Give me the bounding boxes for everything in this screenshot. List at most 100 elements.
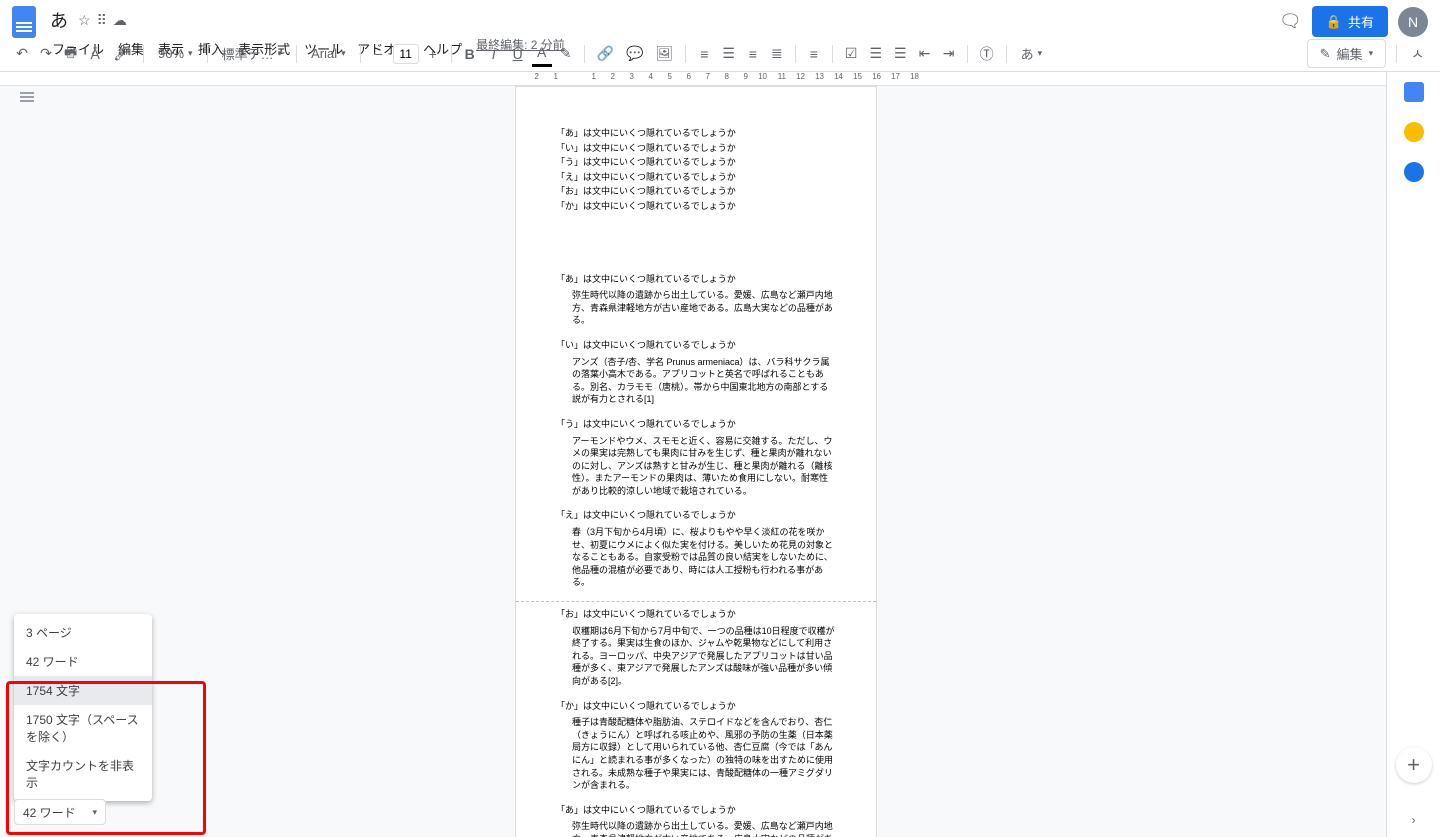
section-heading: 「う」は文中にいくつ隠れているでしょうか xyxy=(556,418,836,431)
section-heading: 「い」は文中にいくつ隠れているでしょうか xyxy=(556,339,836,352)
font-size-input[interactable] xyxy=(393,44,419,64)
separator xyxy=(1006,45,1007,63)
section-body: 種子は青酸配糖体や脂肪油、ステロイドなどを含んでおり、杏仁（きょうにん）と呼ばれ… xyxy=(556,716,836,792)
word-count-bar[interactable]: 42 ワード ▾ xyxy=(14,799,106,825)
section-heading: 「あ」は文中にいくつ隠れているでしょうか xyxy=(556,273,836,286)
side-panel: + › xyxy=(1386,72,1440,837)
keep-icon[interactable] xyxy=(1404,122,1424,142)
checklist-icon[interactable]: ☑ xyxy=(841,41,862,66)
print-icon[interactable]: 🖶 xyxy=(60,38,81,70)
zoom-select[interactable]: 90%▾ xyxy=(152,42,199,65)
comment-icon[interactable]: 💬 xyxy=(622,41,647,66)
separator xyxy=(143,45,144,63)
doc-line: 「お」は文中にいくつ隠れているでしょうか xyxy=(556,185,836,198)
separator xyxy=(1396,45,1397,63)
account-avatar[interactable]: N xyxy=(1398,7,1428,37)
lock-icon: 🔒 xyxy=(1326,14,1342,30)
star-icon[interactable]: ☆ xyxy=(78,12,91,29)
style-select[interactable]: 標準テ…▾ xyxy=(216,40,289,67)
undo-icon[interactable]: ↶ xyxy=(12,41,32,66)
link-icon[interactable]: 🔗 xyxy=(593,41,618,66)
section-body: アーモンドやウメ、スモモと近く、容易に交雑する。ただし、ウメの果実は完熟しても果… xyxy=(556,435,836,498)
separator xyxy=(360,45,361,63)
collapse-toolbar-icon[interactable]: ㅅ xyxy=(1407,40,1428,68)
header-right: 🗨 🔒 共有 N xyxy=(1279,6,1428,37)
section-heading: 「え」は文中にいくつ隠れているでしょうか xyxy=(556,509,836,522)
cloud-icon[interactable]: ☁ xyxy=(113,12,127,29)
highlight-icon[interactable]: ✎ xyxy=(556,41,576,66)
section-heading: 「あ」は文中にいくつ隠れているでしょうか xyxy=(556,804,836,817)
line-spacing-icon[interactable]: ≡ xyxy=(804,42,824,66)
word-count-option[interactable]: 42 ワード xyxy=(14,647,152,676)
bold-icon[interactable]: B xyxy=(460,42,480,66)
chevron-down-icon: ▾ xyxy=(1369,48,1374,59)
redo-icon[interactable]: ↷ xyxy=(36,41,56,66)
separator xyxy=(967,45,968,63)
separator xyxy=(832,45,833,63)
document-area: 21123456789101112131415161718 「あ」は文中にいくつ… xyxy=(0,72,1386,837)
document-page[interactable]: 「あ」は文中にいくつ隠れているでしょうか「い」は文中にいくつ隠れているでしょうか… xyxy=(515,86,877,837)
docs-logo-icon[interactable] xyxy=(12,6,36,38)
align-left-icon[interactable]: ≡ xyxy=(694,42,714,66)
underline-icon[interactable]: U xyxy=(508,42,528,66)
edit-mode-label: 編集 xyxy=(1337,44,1363,63)
section-body: 弥生時代以降の遺跡から出土している。愛媛、広島など瀬戸内地方、青森県津軽地方が古… xyxy=(556,820,836,837)
separator xyxy=(451,45,452,63)
word-count-option[interactable]: 文字カウントを非表示 xyxy=(14,751,152,797)
document-title[interactable]: あ xyxy=(46,6,72,34)
section-body: アンズ（杏子/杏、学名 Prunus armeniaca）は、バラ科サクラ属の落… xyxy=(556,356,836,406)
number-list-icon[interactable]: ☰ xyxy=(890,41,911,66)
indent-icon[interactable]: ⇥ xyxy=(939,41,959,66)
spellcheck-icon[interactable]: Ā xyxy=(85,42,105,66)
toolbar-right: ✎ 編集 ▾ ㅅ xyxy=(1307,39,1428,68)
section-body: 弥生時代以降の遺跡から出土している。愛媛、広島など瀬戸内地方、青森県津軽地方が古… xyxy=(556,289,836,327)
font-select[interactable]: Arial▾ xyxy=(305,42,352,65)
separator xyxy=(795,45,796,63)
doc-line: 「か」は文中にいくつ隠れているでしょうか xyxy=(556,200,836,213)
font-inc-icon[interactable]: + xyxy=(423,42,443,66)
word-count-option[interactable]: 1750 文字（スペースを除く） xyxy=(14,705,152,751)
text-color-icon[interactable]: A xyxy=(532,40,552,67)
pencil-icon: ✎ xyxy=(1320,46,1331,62)
doc-line: 「い」は文中にいくつ隠れているでしょうか xyxy=(556,142,836,155)
tasks-icon[interactable] xyxy=(1404,162,1424,182)
font-dec-icon[interactable]: − xyxy=(369,42,389,66)
word-count-option[interactable]: 1754 文字 xyxy=(14,676,152,705)
align-center-icon[interactable]: ☰ xyxy=(718,41,739,66)
workspace: 21123456789101112131415161718 「あ」は文中にいくつ… xyxy=(0,72,1440,837)
comments-icon[interactable]: 🗨 xyxy=(1279,11,1302,32)
word-count-bar-label: 42 ワード xyxy=(23,804,76,821)
separator xyxy=(685,45,686,63)
calendar-icon[interactable] xyxy=(1404,82,1424,102)
doc-line: 「あ」は文中にいくつ隠れているでしょうか xyxy=(556,127,836,140)
horizontal-ruler[interactable]: 21123456789101112131415161718 xyxy=(0,72,1386,86)
italic-icon[interactable]: I xyxy=(484,42,504,66)
page-break xyxy=(516,601,876,602)
bullet-list-icon[interactable]: ☰ xyxy=(865,41,886,66)
align-right-icon[interactable]: ≡ xyxy=(743,42,763,66)
doc-line: 「う」は文中にいくつ隠れているでしょうか xyxy=(556,156,836,169)
section-heading: 「お」は文中にいくつ隠れているでしょうか xyxy=(556,608,836,621)
outline-toggle-icon[interactable] xyxy=(20,92,36,106)
paint-format-icon[interactable]: 🖌 xyxy=(109,41,135,66)
word-count-option[interactable]: 3 ページ xyxy=(14,618,152,647)
share-button[interactable]: 🔒 共有 xyxy=(1312,6,1388,37)
chevron-down-icon: ▾ xyxy=(92,807,97,818)
section-heading: 「か」は文中にいくつ隠れているでしょうか xyxy=(556,700,836,713)
image-icon[interactable]: 🖼 xyxy=(652,41,678,66)
share-label: 共有 xyxy=(1348,12,1374,31)
word-count-popup: 3 ページ42 ワード1754 文字1750 文字（スペースを除く）文字カウント… xyxy=(14,614,152,801)
doc-line: 「え」は文中にいくつ隠れているでしょうか xyxy=(556,171,836,184)
app-header: あ ☆ ⠿ ☁ ファイル 編集 表示 挿入 表示形式 ツール アドオン ヘルプ … xyxy=(0,0,1440,36)
hide-sidepanel-icon[interactable]: › xyxy=(1412,813,1416,827)
clear-format-icon[interactable]: Ⓣ xyxy=(976,40,998,68)
add-addon-button[interactable]: + xyxy=(1396,747,1432,783)
align-justify-icon[interactable]: ≣ xyxy=(767,41,787,66)
input-method-select[interactable]: あ▾ xyxy=(1015,40,1049,67)
separator xyxy=(584,45,585,63)
separator xyxy=(207,45,208,63)
move-icon[interactable]: ⠿ xyxy=(97,12,107,29)
editing-mode-select[interactable]: ✎ 編集 ▾ xyxy=(1307,39,1386,68)
title-row: あ ☆ ⠿ ☁ xyxy=(46,6,1279,34)
outdent-icon[interactable]: ⇤ xyxy=(915,41,935,66)
